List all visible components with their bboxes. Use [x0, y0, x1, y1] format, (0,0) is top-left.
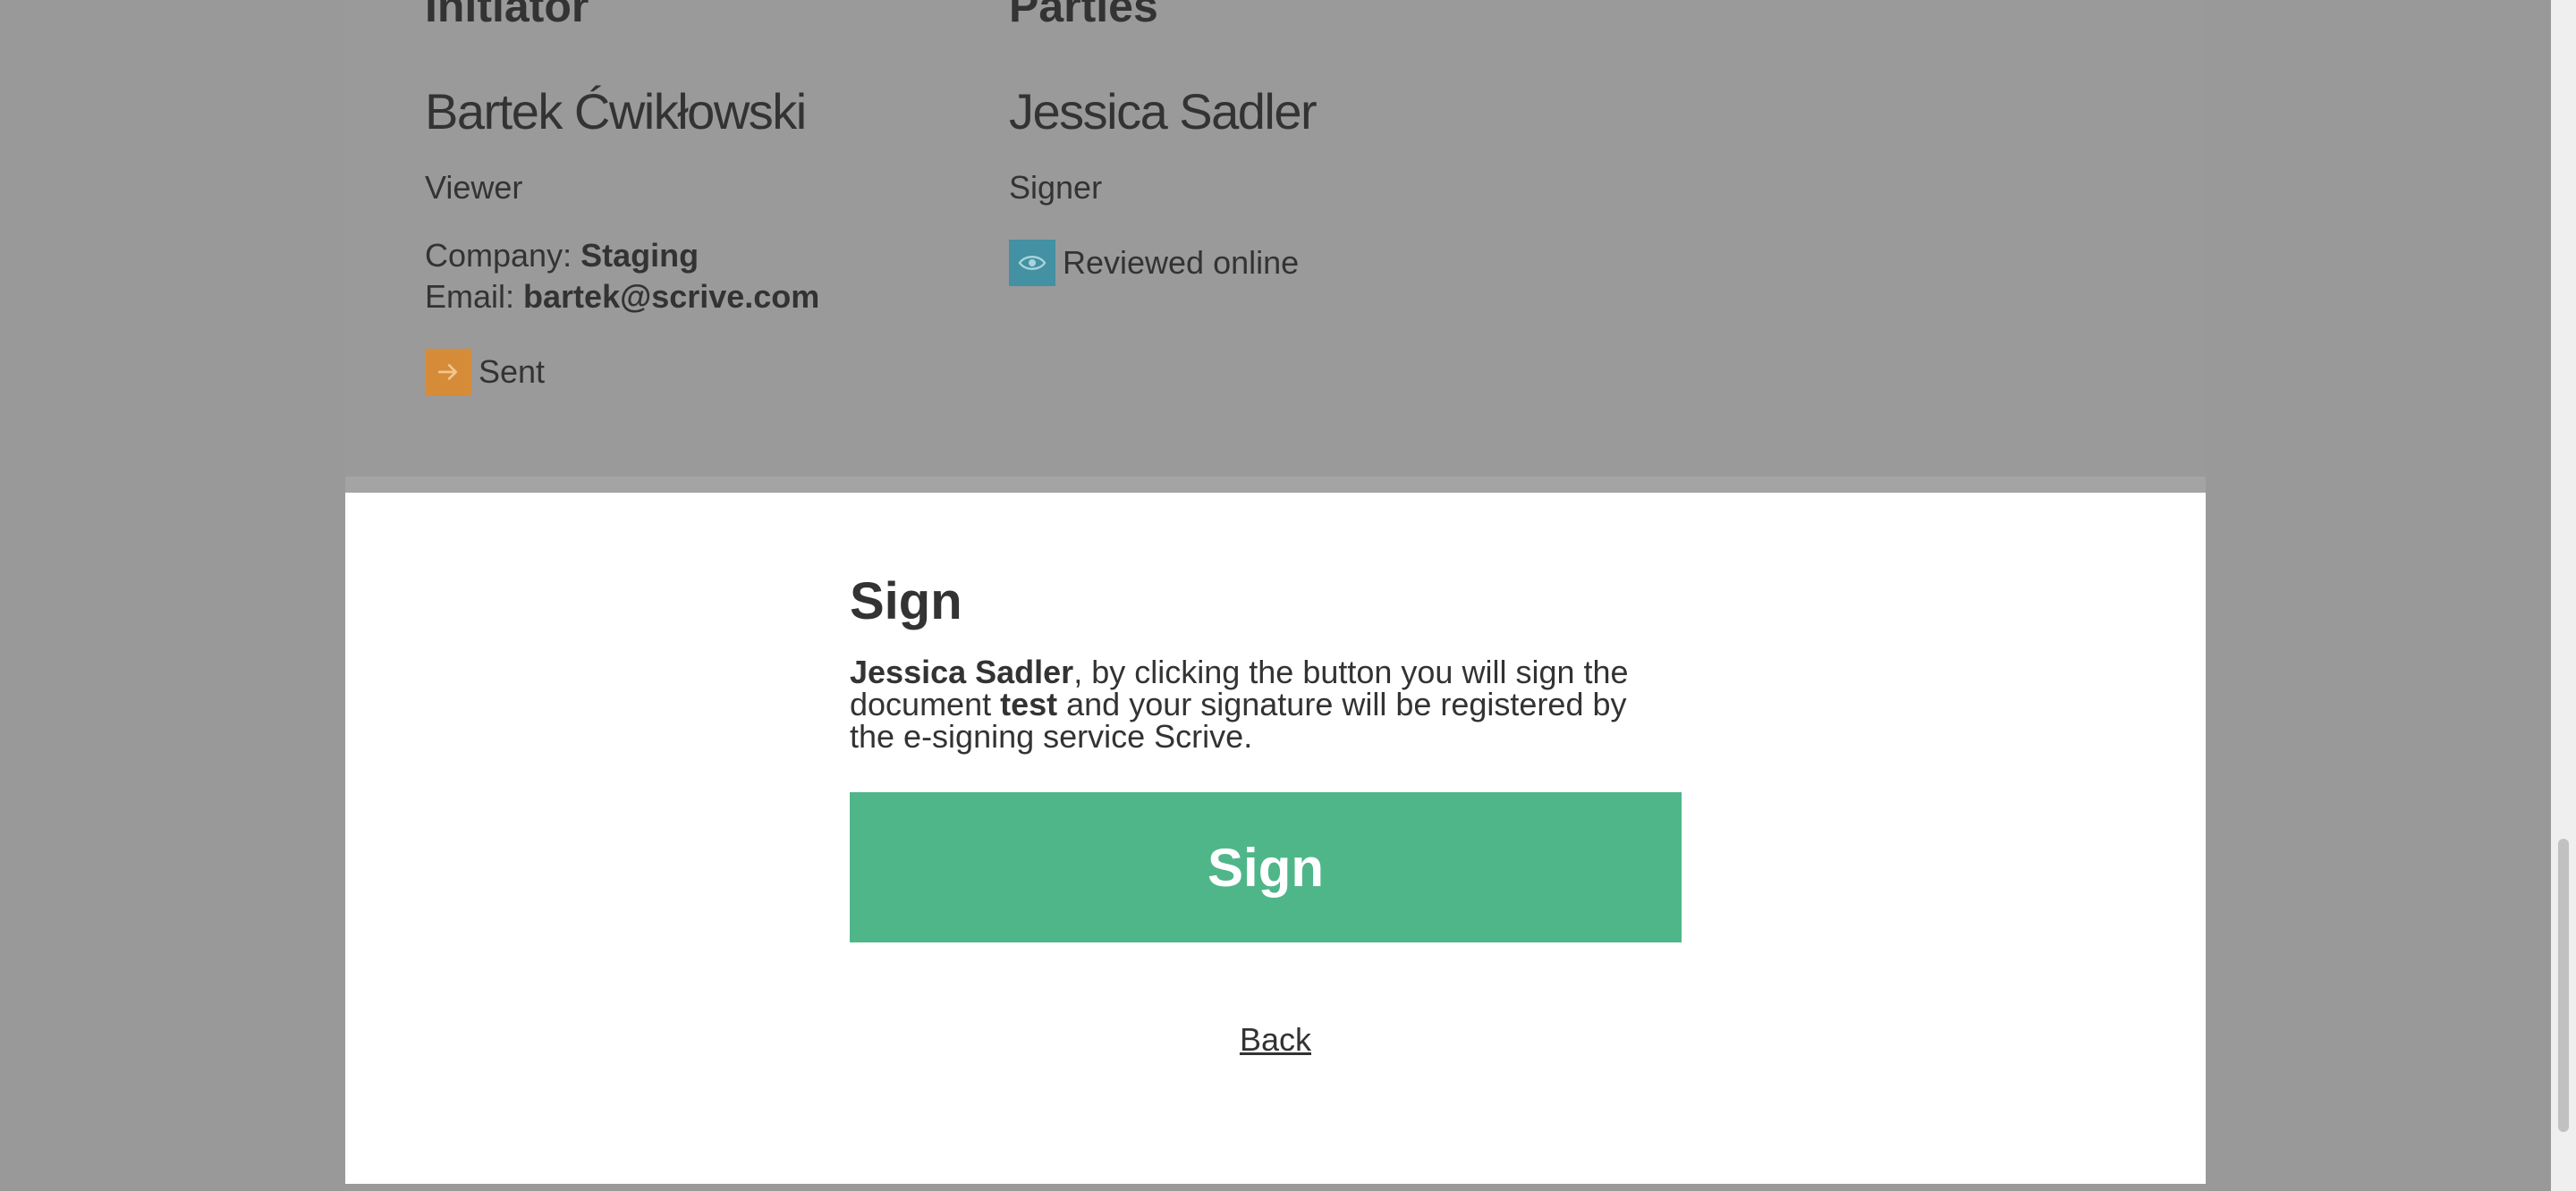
bottom-edge — [345, 1184, 2206, 1191]
party-role: Signer — [1009, 169, 1103, 206]
party-status: Reviewed online — [1009, 240, 1299, 286]
initiator-email: Email: bartek@scrive.com — [425, 278, 819, 316]
sign-title: Sign — [850, 572, 962, 630]
email-value: bartek@scrive.com — [523, 278, 820, 315]
eye-icon — [1009, 240, 1055, 286]
initiator-name: Bartek Ćwikłowski — [425, 83, 807, 139]
party-status-label: Reviewed online — [1063, 244, 1300, 281]
company-value: Staging — [580, 237, 699, 274]
scrollbar-thumb[interactable] — [2558, 839, 2569, 1132]
initiator-status: Sent — [425, 349, 545, 395]
initiator-company: Company: Staging — [425, 237, 699, 275]
sign-button[interactable]: Sign — [850, 792, 1682, 942]
sign-modal: Sign Jessica Sadler, by clicking the but… — [345, 493, 2206, 1184]
signer-name: Jessica Sadler — [850, 654, 1074, 690]
document-name: test — [1000, 686, 1058, 722]
company-label: Company: — [425, 237, 581, 274]
panel-divider — [345, 477, 2206, 493]
party-overview-panel: Initiator Bartek Ćwikłowski Viewer Compa… — [345, 0, 2206, 477]
initiator-role: Viewer — [425, 169, 523, 206]
initiator-heading: Initiator — [425, 0, 589, 31]
party-name: Jessica Sadler — [1009, 83, 1318, 139]
arrow-right-icon — [425, 349, 471, 395]
parties-heading: Parties — [1009, 0, 1158, 31]
back-link[interactable]: Back — [345, 1021, 2206, 1059]
vertical-scrollbar[interactable] — [2551, 0, 2576, 1191]
sign-confirmation-text: Jessica Sadler, by clicking the button y… — [850, 656, 1655, 753]
initiator-status-label: Sent — [479, 353, 546, 390]
email-label: Email: — [425, 278, 524, 315]
